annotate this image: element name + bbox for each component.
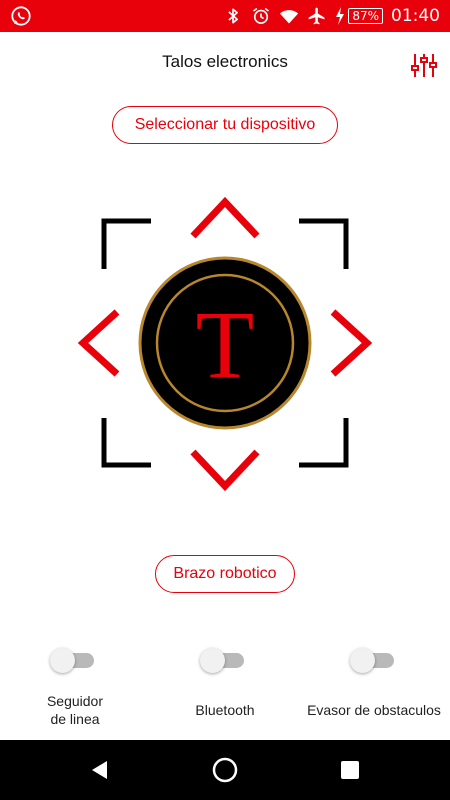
- battery-percent: 87%: [348, 8, 383, 24]
- toggle-thumb: [350, 648, 375, 673]
- page-title: Talos electronics: [162, 52, 288, 71]
- charging-icon: [336, 7, 345, 25]
- status-bar: 87% 01:40: [0, 0, 450, 32]
- left-arrow-button[interactable]: [77, 309, 120, 377]
- toggle-thumb: [50, 648, 75, 673]
- status-icons: 87% 01:40: [223, 0, 440, 32]
- bluetooth-label: Bluetooth: [195, 702, 255, 718]
- obstacle-avoider-toggle[interactable]: [350, 648, 398, 674]
- controller-graphic: T: [77, 196, 373, 492]
- toggle-thumb: [200, 648, 225, 673]
- center-logo-button[interactable]: T: [138, 256, 312, 430]
- select-device-label: Seleccionar tu dispositivo: [134, 116, 316, 133]
- back-button[interactable]: [70, 740, 130, 800]
- corner-bracket-bottom-left: [101, 418, 151, 468]
- right-arrow-button[interactable]: [330, 309, 373, 377]
- bluetooth-toggle[interactable]: [200, 648, 248, 674]
- corner-bracket-top-right: [299, 218, 349, 269]
- recents-button[interactable]: [320, 740, 380, 800]
- line-follower-label: Seguidor de linea: [46, 693, 104, 727]
- navigation-bar: [0, 740, 450, 800]
- up-arrow-button[interactable]: [190, 196, 260, 239]
- home-button[interactable]: [195, 740, 255, 800]
- select-device-button[interactable]: Seleccionar tu dispositivo: [112, 106, 338, 144]
- alarm-icon: [253, 7, 270, 24]
- down-arrow-button[interactable]: [190, 449, 260, 492]
- robot-arm-label: Brazo robotico: [173, 565, 277, 582]
- corner-bracket-top-left: [101, 218, 151, 269]
- sliders-icon[interactable]: [410, 50, 438, 80]
- airplane-icon: [308, 7, 325, 25]
- whatsapp-icon: [11, 6, 31, 26]
- center-logo-letter: T: [196, 291, 255, 398]
- line-follower-toggle[interactable]: [50, 648, 98, 674]
- robot-arm-button[interactable]: Brazo robotico: [155, 555, 295, 593]
- bluetooth-icon: [228, 8, 239, 24]
- battery: 87%: [335, 7, 383, 25]
- corner-bracket-bottom-right: [299, 418, 349, 468]
- recents-icon: [341, 761, 359, 779]
- obstacle-avoider-label: Evasor de obstaculos: [307, 702, 441, 718]
- back-icon: [92, 761, 107, 779]
- direction-controller: T: [0, 190, 450, 500]
- home-icon: [212, 757, 238, 783]
- clock: 01:40: [391, 6, 440, 26]
- wifi-icon: [280, 10, 299, 24]
